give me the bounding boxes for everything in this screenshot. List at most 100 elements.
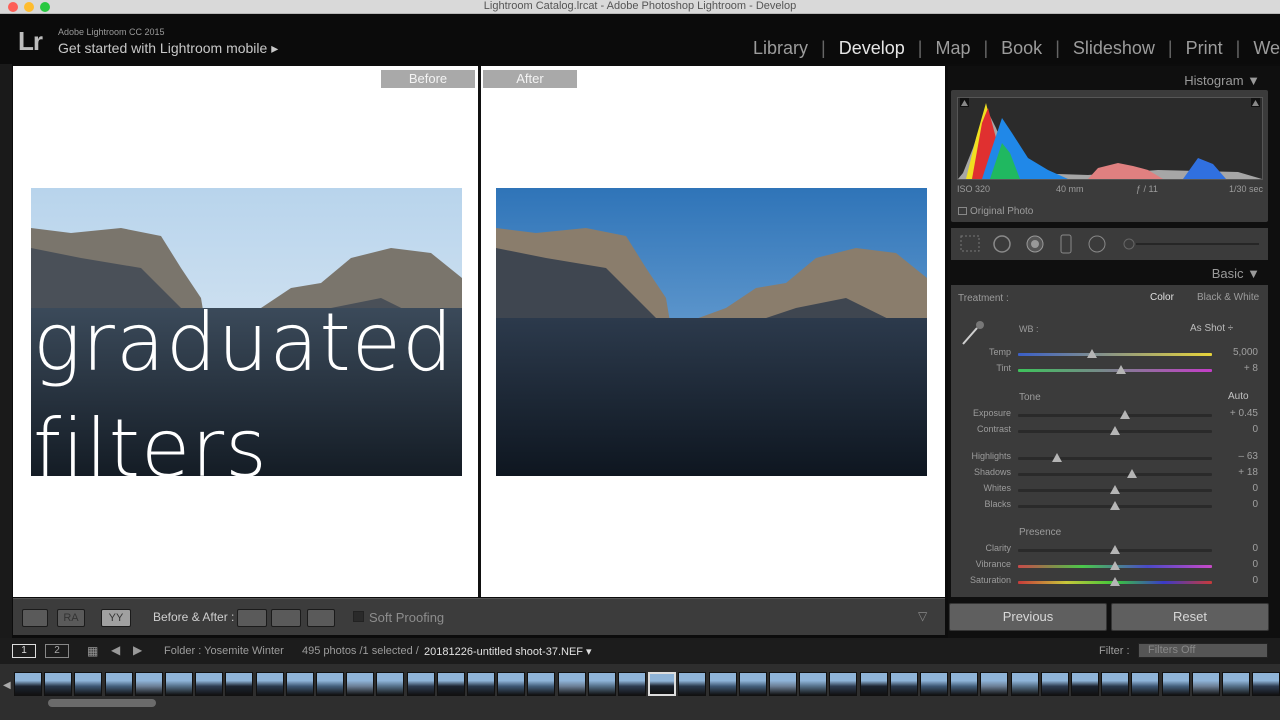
filmstrip-thumbnail[interactable] — [648, 672, 677, 696]
slider-track-temp[interactable] — [1018, 353, 1212, 356]
filmstrip-thumbnail[interactable] — [285, 672, 314, 696]
filmstrip-thumbnail[interactable] — [255, 672, 284, 696]
slider-value-whites[interactable]: 0 — [1218, 483, 1258, 494]
filmstrip-thumbnail[interactable] — [950, 672, 979, 696]
module-map[interactable]: Map — [922, 38, 983, 60]
radial-filter-icon[interactable] — [1089, 236, 1105, 252]
red-eye-icon[interactable] — [1027, 236, 1043, 252]
filmstrip-thumbnail[interactable] — [1161, 672, 1190, 696]
slider-thumb-temp[interactable] — [1086, 349, 1097, 358]
filmstrip-thumbnail[interactable] — [678, 672, 707, 696]
filmstrip-thumbnail[interactable] — [829, 672, 858, 696]
copy-after-to-before-button[interactable] — [271, 609, 301, 627]
auto-tone-button[interactable]: Auto — [1228, 391, 1249, 402]
soft-proofing-checkbox[interactable] — [353, 611, 364, 622]
slider-thumb-tint[interactable] — [1115, 365, 1126, 374]
crop-tool-icon[interactable] — [961, 236, 979, 251]
filmstrip-thumbnail[interactable] — [497, 672, 526, 696]
treatment-bw[interactable]: Black & White — [1197, 292, 1259, 303]
second-window-button[interactable]: 2 — [45, 644, 69, 658]
filmstrip-thumbnail[interactable] — [1071, 672, 1099, 696]
filmstrip-thumbnail[interactable] — [557, 672, 586, 696]
module-slideshow[interactable]: Slideshow — [1060, 38, 1168, 60]
filmstrip-thumbnail[interactable] — [799, 672, 828, 696]
filmstrip-thumbnail[interactable] — [738, 672, 767, 696]
wb-eyedropper-icon[interactable] — [957, 318, 987, 348]
module-develop[interactable]: Develop — [826, 38, 918, 60]
folder-source[interactable]: Folder : Yosemite Winter — [164, 645, 284, 657]
slider-value-temp[interactable]: 5,000 — [1218, 347, 1258, 358]
slider-value-exposure[interactable]: + 0.45 — [1218, 408, 1258, 419]
filmstrip-thumbnail[interactable] — [1222, 672, 1250, 696]
loupe-view-button[interactable] — [22, 609, 48, 627]
filter-select[interactable]: Filters Off — [1138, 643, 1268, 658]
filmstrip-thumbnail[interactable] — [134, 672, 163, 696]
slider-value-clarity[interactable]: 0 — [1218, 543, 1258, 554]
spot-removal-icon[interactable] — [994, 236, 1010, 252]
filmstrip-thumbnail[interactable] — [769, 672, 797, 696]
slider-thumb-saturation[interactable] — [1110, 577, 1120, 586]
filmstrip-thumbnail[interactable] — [1101, 672, 1130, 696]
filmstrip-left-arrow-icon[interactable]: ◀ — [3, 680, 11, 691]
filmstrip-thumbnail[interactable] — [1191, 672, 1220, 696]
basic-header[interactable]: Basic ▼ — [952, 266, 1270, 281]
graduated-filter-icon[interactable] — [1061, 235, 1071, 253]
module-book[interactable]: Book — [988, 38, 1055, 60]
slider-value-highlights[interactable]: – 63 — [1218, 451, 1258, 462]
filmstrip-thumbnail[interactable] — [165, 672, 193, 696]
filmstrip-thumbnail[interactable] — [346, 672, 375, 696]
filmstrip-thumbnail[interactable] — [859, 672, 888, 696]
filmstrip-thumbnail[interactable] — [1010, 672, 1039, 696]
filmstrip-thumbnail[interactable] — [920, 672, 948, 696]
filmstrip-thumbnail[interactable] — [44, 672, 73, 696]
filmstrip-thumbnail[interactable] — [587, 672, 616, 696]
grid-view-icon[interactable]: ▦ — [87, 644, 98, 658]
module-library[interactable]: Library — [740, 38, 821, 60]
filmstrip-thumbnail[interactable] — [708, 672, 737, 696]
toolbar-menu-icon[interactable]: ▽ — [918, 609, 927, 623]
swap-button[interactable] — [307, 609, 335, 627]
filmstrip-scrollbar[interactable] — [48, 699, 156, 707]
slider-thumb-highlights[interactable] — [1051, 453, 1062, 462]
filmstrip-thumbnail[interactable] — [618, 672, 646, 696]
filmstrip-thumbnail[interactable] — [316, 672, 344, 696]
slider-thumb-exposure[interactable] — [1119, 410, 1130, 419]
filmstrip-thumbnail[interactable] — [376, 672, 405, 696]
filmstrip-thumbnail[interactable] — [467, 672, 495, 696]
reset-button[interactable]: Reset — [1111, 603, 1269, 631]
previous-button[interactable]: Previous — [949, 603, 1107, 631]
filmstrip-thumbnail[interactable] — [74, 672, 103, 696]
slider-thumb-contrast[interactable] — [1110, 426, 1120, 435]
before-after-lr-button[interactable]: RA — [57, 609, 85, 627]
slider-thumb-shadows[interactable] — [1127, 469, 1138, 478]
slider-thumb-clarity[interactable] — [1110, 545, 1120, 554]
slider-track-highlights[interactable] — [1018, 457, 1212, 460]
filmstrip-thumbnail[interactable] — [1040, 672, 1069, 696]
before-after-split-button[interactable]: YY — [101, 609, 131, 627]
slider-value-contrast[interactable]: 0 — [1218, 424, 1258, 435]
slider-value-shadows[interactable]: + 18 — [1218, 467, 1258, 478]
filmstrip-thumbnail[interactable] — [104, 672, 133, 696]
filmstrip-thumbnail[interactable] — [980, 672, 1009, 696]
slider-value-saturation[interactable]: 0 — [1218, 575, 1258, 586]
adjustment-brush-icon[interactable] — [1124, 239, 1134, 249]
copy-before-to-after-button[interactable] — [237, 609, 267, 627]
slider-value-blacks[interactable]: 0 — [1218, 499, 1258, 510]
original-photo-toggle[interactable]: Original Photo — [958, 206, 1033, 217]
slider-thumb-whites[interactable] — [1110, 485, 1120, 494]
histogram-header[interactable]: Histogram ▼ — [952, 73, 1270, 88]
filmstrip-thumbnail[interactable] — [1252, 672, 1280, 696]
filmstrip-thumbnail[interactable] — [14, 672, 42, 696]
slider-value-vibrance[interactable]: 0 — [1218, 559, 1258, 570]
original-photo-checkbox[interactable] — [958, 207, 967, 215]
mobile-link[interactable]: Get started with Lightroom mobile ▸ — [58, 40, 278, 57]
left-panel-collapsed[interactable] — [0, 64, 12, 638]
filmstrip-thumbnail[interactable] — [406, 672, 435, 696]
filmstrip-thumbnail[interactable] — [436, 672, 465, 696]
filmstrip-thumbnail[interactable] — [225, 672, 254, 696]
filmstrip-thumbnail[interactable] — [889, 672, 918, 696]
back-arrow-icon[interactable]: ◀ — [111, 643, 120, 657]
slider-thumb-blacks[interactable] — [1110, 501, 1120, 510]
slider-value-tint[interactable]: + 8 — [1218, 363, 1258, 374]
wb-select[interactable]: As Shot ÷ — [1190, 323, 1233, 334]
